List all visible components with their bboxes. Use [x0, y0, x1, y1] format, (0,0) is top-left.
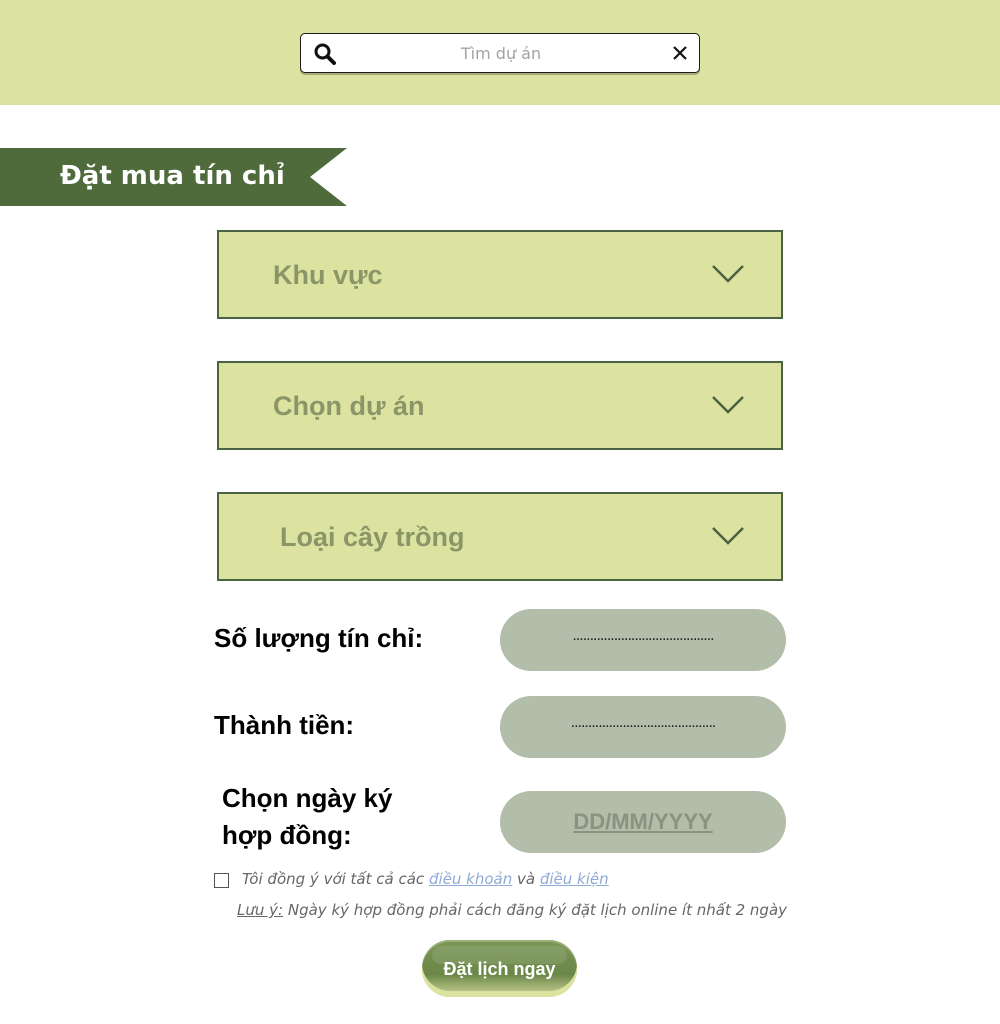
note: Lưu ý: Ngày ký hợp đồng phải cách đăng k…	[237, 901, 787, 919]
crop-type-dropdown-label: Loại cây trồng	[280, 522, 465, 552]
credits-input[interactable]: ........................................…	[500, 609, 786, 671]
conditions-link[interactable]: điều kiện	[540, 870, 609, 888]
section-banner: Đặt mua tín chỉ	[0, 148, 347, 206]
total-label: Thành tiền:	[214, 710, 355, 740]
project-dropdown[interactable]: Chọn dự án	[217, 361, 783, 450]
search-icon[interactable]	[313, 42, 337, 66]
agreement-prefix: Tôi đồng ý với tất cả các	[242, 870, 425, 888]
project-dropdown-label: Chọn dự án	[273, 391, 425, 421]
total-value: ........................................…	[570, 714, 717, 731]
crop-type-dropdown[interactable]: Loại cây trồng	[217, 492, 783, 581]
agreement-text: Tôi đồng ý với tất cả các điều khoản và …	[242, 870, 609, 888]
submit-button[interactable]: Đặt lịch ngay	[422, 940, 577, 997]
region-dropdown[interactable]: Khu vực	[217, 230, 783, 319]
terms-link[interactable]: điều khoản	[429, 870, 512, 888]
total-input[interactable]: ........................................…	[500, 696, 786, 758]
agree-checkbox[interactable]	[214, 873, 229, 888]
region-dropdown-label: Khu vực	[273, 260, 383, 290]
submit-button-label: Đặt lịch ngay	[443, 959, 556, 979]
top-header	[0, 0, 1000, 105]
contract-date-field[interactable]	[500, 791, 786, 853]
note-text: Ngày ký hợp đồng phải cách đăng ký đặt l…	[287, 901, 788, 919]
note-label: Lưu ý:	[237, 901, 284, 919]
close-icon[interactable]	[669, 42, 691, 64]
agreement-conjunction: và	[517, 870, 536, 888]
search-input[interactable]	[351, 39, 651, 67]
credits-label: Số lượng tín chỉ:	[214, 623, 424, 653]
chevron-down-icon	[712, 527, 744, 545]
search-bar[interactable]	[300, 33, 700, 73]
date-input[interactable]	[520, 805, 766, 839]
credits-value: ........................................…	[572, 627, 714, 644]
chevron-down-icon	[712, 396, 744, 414]
contract-date-label: Chọn ngày ký hợp đồng:	[222, 783, 393, 850]
chevron-down-icon	[712, 265, 744, 283]
page-title: Đặt mua tín chỉ	[60, 161, 285, 191]
